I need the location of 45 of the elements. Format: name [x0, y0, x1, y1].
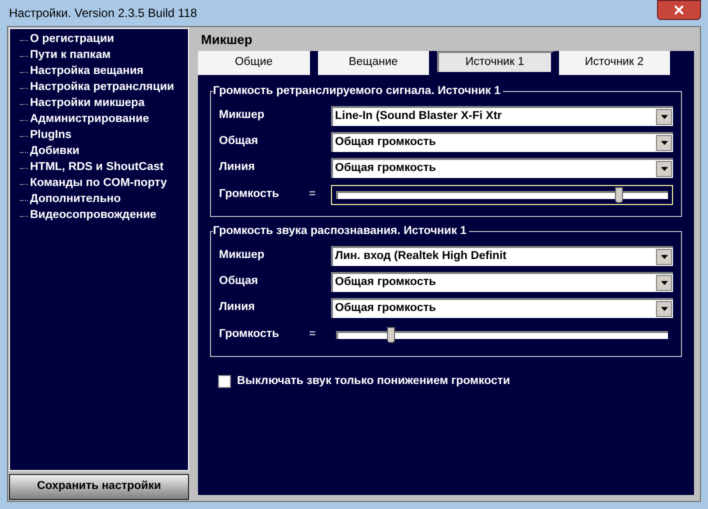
dropdown[interactable]: Общая громкость — [331, 132, 673, 152]
dropdown[interactable]: Общая громкость — [331, 272, 673, 292]
sidebar-item[interactable]: Пути к папкам — [30, 47, 111, 65]
dropdown[interactable]: Общая громкость — [331, 158, 673, 178]
checkbox-label: Выключать звук только понижением громкости — [237, 374, 510, 389]
close-button[interactable] — [657, 0, 701, 20]
slider[interactable] — [331, 185, 673, 205]
dropdown[interactable]: Общая громкость — [331, 298, 673, 318]
sidebar-item[interactable]: О регистрации — [30, 31, 114, 49]
sidebar-item[interactable]: Настройка вещания — [30, 63, 144, 81]
caret-icon — [656, 135, 672, 151]
checkbox[interactable] — [218, 375, 231, 388]
field-label: Громкость — [219, 187, 280, 202]
sidebar-item[interactable]: Администрирование — [30, 111, 150, 129]
dropdown[interactable]: Line-In (Sound Blaster X-Fi Xtr — [331, 106, 673, 126]
field-label: Микшер — [219, 248, 266, 264]
group-title: Громкость звука распознавания. Источник 1 — [213, 224, 469, 238]
caret-icon — [656, 109, 672, 125]
tab[interactable]: Источник 1 — [437, 51, 554, 72]
field-label: Линия — [219, 160, 256, 176]
sidebar-item[interactable]: PlugIns — [30, 127, 72, 145]
sidebar-item[interactable]: Настройка ретрансляции — [30, 79, 174, 97]
save-button[interactable]: Сохранить настройки — [9, 474, 189, 500]
dropdown[interactable]: Лин. вход (Realtek High Definit — [331, 246, 673, 266]
equals-sign: = — [309, 187, 317, 202]
sidebar-item[interactable]: Команды по COM-порту — [30, 175, 167, 193]
sidebar-item[interactable]: Настройки микшера — [30, 95, 145, 113]
sidebar-item[interactable]: Дополнительно — [30, 191, 121, 209]
field-label: Общая — [219, 134, 259, 150]
equals-sign: = — [309, 327, 317, 342]
caret-icon — [656, 161, 672, 177]
caret-icon — [656, 301, 672, 317]
field-label: Линия — [219, 300, 256, 316]
close-icon — [674, 5, 684, 15]
group-title: Громкость ретранслируемого сигнала. Источник 1 — [213, 84, 502, 98]
window-title: Настройки. Version 2.3.5 Build 118 — [8, 5, 198, 22]
field-label: Общая — [219, 274, 259, 290]
sidebar-item[interactable]: HTML, RDS и ShoutCast — [30, 159, 164, 177]
sidebar-item[interactable]: Видеосопровождение — [30, 207, 156, 225]
field-label: Громкость — [219, 327, 280, 342]
panel-title: Микшер — [200, 30, 254, 49]
field-label: Микшер — [219, 108, 266, 124]
caret-icon — [656, 275, 672, 291]
sidebar-item[interactable]: Добивки — [30, 143, 80, 161]
caret-icon — [656, 249, 672, 265]
